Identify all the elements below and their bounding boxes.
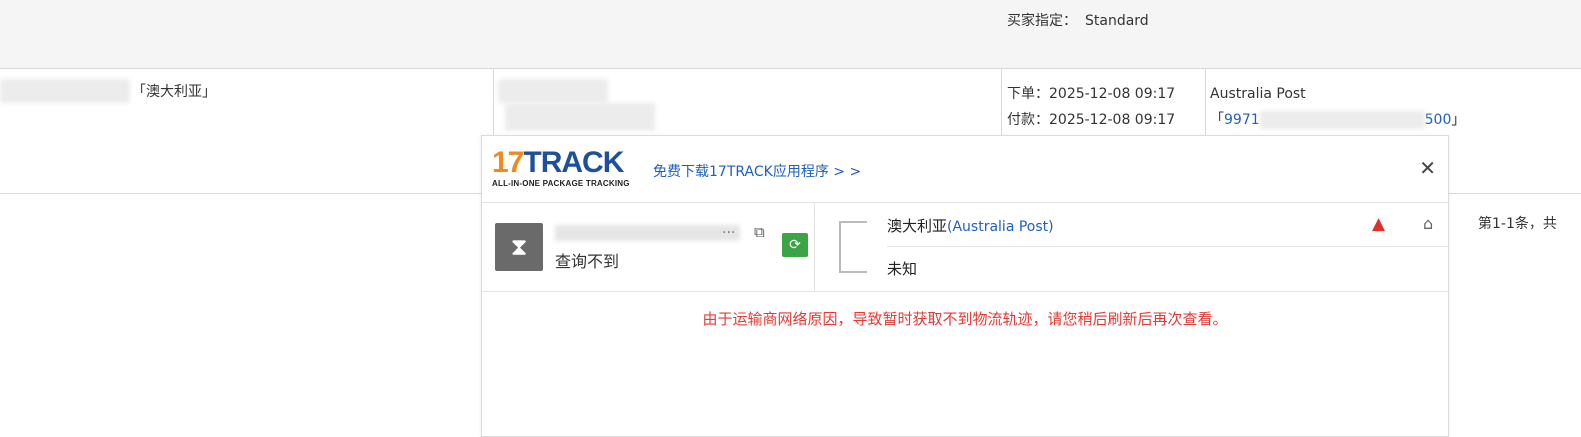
carrier-name-cn: 澳大利亚 [887, 217, 948, 235]
package-status-panel: ⧗ ... ⧉ ⟳ 查询不到 [482, 203, 815, 291]
carrier-cell: Australia Post 「9971 500」 [1210, 81, 1465, 133]
carrier-name-en[interactable]: (Australia Post) [947, 219, 1054, 235]
bracket-close: 」 [1451, 112, 1466, 128]
order-time: 下单：2025-12-08 09:17 [1007, 86, 1176, 102]
hourglass-icon: ⧗ [495, 223, 543, 271]
order-times: 下单：2025-12-08 09:17 付款：2025-12-08 09:17 [1007, 81, 1175, 133]
tracking-popup: 17TRACK ALL-IN-ONE PACKAGE TRACKING 免费下载… [481, 135, 1449, 437]
bracket-open: 「 [1210, 112, 1224, 128]
popup-header: 17TRACK ALL-IN-ONE PACKAGE TRACKING 免费下载… [482, 136, 1448, 203]
tracking-number-link[interactable]: 「9971 500」 [1210, 107, 1465, 133]
country-label: 「澳大利亚」 [132, 84, 216, 100]
pagination-summary: 第1-1条，共 [1478, 216, 1557, 232]
logo-tagline: ALL-IN-ONE PACKAGE TRACKING [492, 179, 630, 188]
buyer-spec-value: Standard [1085, 13, 1149, 29]
logo-word: TRACK [523, 146, 624, 179]
redacted-tracking [1259, 111, 1425, 129]
payment-time: 付款：2025-12-08 09:17 [1007, 112, 1176, 128]
redacted-product [498, 79, 608, 103]
redacted-address [0, 79, 130, 103]
redacted-tracking-number [555, 225, 740, 241]
carrier-title: 澳大利亚(Australia Post) [887, 215, 1054, 236]
tracking-ellipsis: ... [722, 221, 736, 237]
home-icon[interactable]: ⌂ [1423, 214, 1433, 233]
tracking-suffix: 500 [1424, 112, 1452, 128]
tracking-prefix: 9971 [1224, 112, 1260, 128]
top-band: 买家指定： Standard [0, 0, 1581, 69]
logo-number: 17 [492, 146, 524, 179]
buyer-spec-label: 买家指定： [1007, 13, 1077, 29]
divider [887, 246, 1448, 247]
carrier-panel: 澳大利亚(Australia Post) ▲ ⌂ 未知 [815, 203, 1448, 291]
17track-logo: 17TRACK ALL-IN-ONE PACKAGE TRACKING [492, 146, 630, 189]
redacted-product-detail [505, 103, 655, 131]
buyer-shipping-spec: 买家指定： Standard [1007, 10, 1149, 30]
carrier-status-text: 未知 [887, 260, 918, 278]
close-icon[interactable]: ✕ [1419, 158, 1436, 178]
copy-icon[interactable]: ⧉ [754, 223, 765, 241]
carrier-name: Australia Post [1210, 86, 1306, 102]
refresh-icon[interactable]: ⟳ [782, 233, 808, 257]
download-app-link[interactable]: 免费下载17TRACK应用程序 > > [653, 161, 861, 181]
package-status-text: 查询不到 [555, 252, 620, 271]
warning-icon[interactable]: ▲ [1372, 214, 1385, 234]
tracking-info-row: ⧗ ... ⧉ ⟳ 查询不到 澳大利亚(Australia Post) ▲ ⌂ … [482, 203, 1448, 292]
carrier-logo-placeholder [839, 221, 867, 273]
error-message: 由于运输商网络原因，导致暂时获取不到物流轨迹，请您稍后刷新后再次查看。 [702, 310, 1228, 328]
